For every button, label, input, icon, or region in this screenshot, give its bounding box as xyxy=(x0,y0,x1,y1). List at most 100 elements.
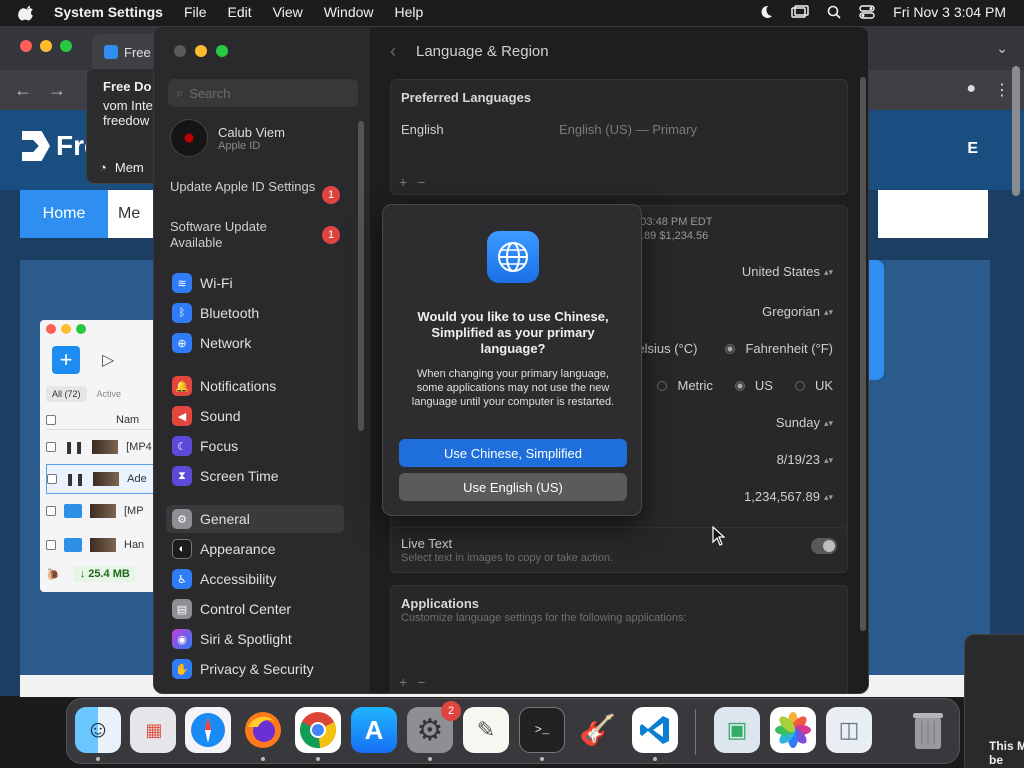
screen-mirroring-icon[interactable] xyxy=(791,5,809,19)
search-input[interactable] xyxy=(189,85,340,101)
menu-app-name[interactable]: System Settings xyxy=(54,4,163,20)
play-icon[interactable]: ▷ xyxy=(102,350,114,370)
vscode-icon[interactable] xyxy=(632,707,678,753)
settings-minimize-button[interactable] xyxy=(195,45,207,57)
chrome-icon[interactable] xyxy=(295,707,341,753)
menu-clock[interactable]: Fri Nov 3 3:04 PM xyxy=(893,4,1006,20)
site-header-link[interactable]: E xyxy=(967,140,978,158)
textedit-icon[interactable]: ✎ xyxy=(463,707,509,753)
date-format-select[interactable]: 8/19/23 ▴▾ xyxy=(777,452,833,467)
more-menu-icon[interactable]: ⋮ xyxy=(994,80,1010,100)
sidebar-item-appearance[interactable]: ◐ Appearance xyxy=(166,535,344,563)
apple-logo-icon[interactable] xyxy=(18,3,36,21)
photos-icon[interactable] xyxy=(770,707,816,753)
first-day-select[interactable]: Sunday ▴▾ xyxy=(776,415,833,430)
sidebar-item-sound[interactable]: ◀ Sound xyxy=(166,402,344,430)
calendar-select[interactable]: Gregorian ▴▾ xyxy=(762,304,833,319)
pause-icon[interactable]: ❚❚ xyxy=(64,440,84,454)
table-row[interactable]: ❚❚ [MP4 xyxy=(46,432,160,462)
us-option[interactable]: US xyxy=(755,378,773,393)
uk-option[interactable]: UK xyxy=(815,378,833,393)
sidebar-item-network[interactable]: ⊕ Network xyxy=(166,329,344,357)
spotlight-search-icon[interactable] xyxy=(827,5,841,19)
metric-option[interactable]: Metric xyxy=(677,378,712,393)
preview-icon[interactable]: ▣ xyxy=(714,707,760,753)
firefox-icon[interactable] xyxy=(240,707,286,753)
menu-file[interactable]: File xyxy=(184,4,207,20)
back-chevron-icon[interactable]: ‹ xyxy=(390,41,396,62)
dm-col-name[interactable]: Nam xyxy=(116,414,139,426)
dm-minimize-button[interactable] xyxy=(61,324,71,334)
site-nav-right[interactable] xyxy=(878,190,988,238)
us-radio[interactable] xyxy=(734,380,745,391)
browser-scrollbar[interactable] xyxy=(1012,66,1020,626)
close-button[interactable] xyxy=(20,40,32,52)
folder-icon[interactable] xyxy=(64,504,82,518)
profile-icon[interactable]: ● xyxy=(966,80,976,100)
dm-tab-all[interactable]: All (72) xyxy=(46,386,87,402)
minimize-button[interactable] xyxy=(40,40,52,52)
remove-language-button[interactable]: − xyxy=(417,174,425,190)
main-scrollbar[interactable] xyxy=(860,77,866,631)
launchpad-icon[interactable]: ▦ xyxy=(130,707,176,753)
select-all-checkbox[interactable] xyxy=(46,414,56,425)
menu-window[interactable]: Window xyxy=(324,4,374,20)
dm-close-button[interactable] xyxy=(46,324,56,334)
menu-help[interactable]: Help xyxy=(395,4,424,20)
fahrenheit-option[interactable]: Fahrenheit (°F) xyxy=(745,341,833,356)
sidebar-item-focus[interactable]: ☾ Focus xyxy=(166,432,344,460)
forward-arrow-icon[interactable]: → xyxy=(48,80,66,101)
dark-mode-icon[interactable] xyxy=(759,5,773,19)
nav-home[interactable]: Home xyxy=(20,190,108,238)
table-row[interactable]: ❚❚ Ade xyxy=(46,464,160,494)
notification-banner[interactable]: This M be xyxy=(964,634,1024,768)
menu-view[interactable]: View xyxy=(273,4,303,20)
sidebar-item-bluetooth[interactable]: ᛒ Bluetooth xyxy=(166,299,344,327)
fahrenheit-radio[interactable] xyxy=(725,343,736,354)
dm-tab-active[interactable]: Active xyxy=(91,386,128,402)
row-checkbox[interactable] xyxy=(46,540,56,550)
finder-icon[interactable]: ☺ xyxy=(75,707,121,753)
remove-app-button[interactable]: − xyxy=(417,674,425,690)
safari-icon[interactable] xyxy=(185,707,231,753)
disk-utility-icon[interactable]: ◫ xyxy=(826,707,872,753)
alert-apple-id[interactable]: Update Apple ID Settings xyxy=(170,179,320,195)
sidebar-item-wifi[interactable]: ≋ Wi-Fi xyxy=(166,269,344,297)
search-field[interactable]: ⌕ xyxy=(168,79,358,107)
app-store-icon[interactable]: A xyxy=(351,707,397,753)
alert-software-update[interactable]: Software Update Available xyxy=(170,219,320,251)
apple-id-account[interactable]: Calub Viem Apple ID xyxy=(170,119,285,157)
sidebar-item-accessibility[interactable]: ♿ Accessibility xyxy=(166,565,344,593)
number-format-select[interactable]: 1,234,567.89 ▴▾ xyxy=(744,489,833,504)
add-app-button[interactable]: + xyxy=(399,674,407,690)
trash-icon[interactable] xyxy=(905,707,951,753)
back-arrow-icon[interactable]: ← xyxy=(14,80,32,101)
control-center-icon[interactable] xyxy=(859,5,875,19)
scroll-thumb[interactable] xyxy=(1012,66,1020,196)
row-checkbox[interactable] xyxy=(46,506,56,516)
settings-close-button[interactable] xyxy=(174,45,186,57)
sidebar-item-screen-time[interactable]: ⧗ Screen Time xyxy=(166,462,344,490)
pause-icon[interactable]: ❚❚ xyxy=(65,472,85,486)
row-checkbox[interactable] xyxy=(47,474,57,484)
dm-zoom-button[interactable] xyxy=(76,324,86,334)
use-english-button[interactable]: Use English (US) xyxy=(399,473,627,501)
table-row[interactable]: Han xyxy=(46,530,160,560)
metric-radio[interactable] xyxy=(657,380,668,391)
sidebar-scrollbar[interactable] xyxy=(358,121,364,431)
sidebar-item-control-center[interactable]: ▤ Control Center xyxy=(166,595,344,623)
sidebar-item-siri[interactable]: ◉ Siri & Spotlight xyxy=(166,625,344,653)
sidebar-item-privacy[interactable]: ✋ Privacy & Security xyxy=(166,655,344,683)
zoom-button[interactable] xyxy=(60,40,72,52)
menu-edit[interactable]: Edit xyxy=(228,4,252,20)
folder-icon[interactable] xyxy=(64,538,82,552)
add-language-button[interactable]: + xyxy=(399,174,407,190)
uk-radio[interactable] xyxy=(794,380,805,391)
live-text-toggle[interactable] xyxy=(811,538,837,554)
row-checkbox[interactable] xyxy=(46,442,56,452)
chevron-down-icon[interactable]: ⌄ xyxy=(996,40,1008,57)
table-row[interactable]: [MP xyxy=(46,496,160,526)
sidebar-item-general[interactable]: ⚙ General xyxy=(166,505,344,533)
sidebar-item-notifications[interactable]: 🔔 Notifications xyxy=(166,372,344,400)
language-name[interactable]: English xyxy=(401,122,444,137)
